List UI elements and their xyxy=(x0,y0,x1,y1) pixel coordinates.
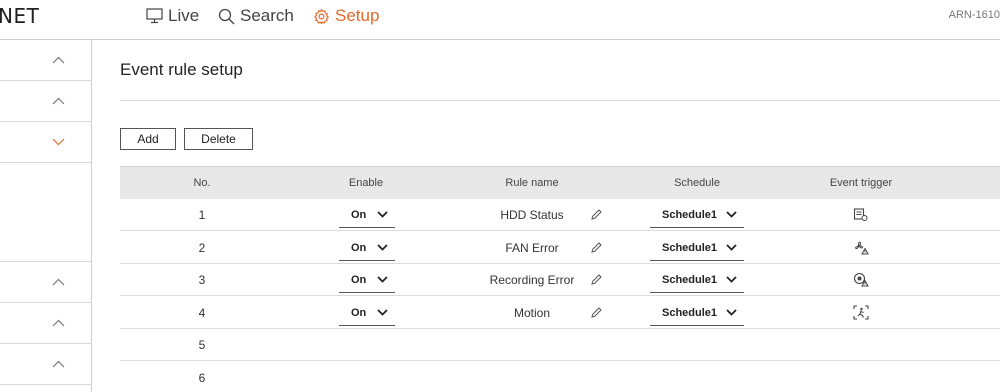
enable-select[interactable]: On xyxy=(339,267,395,293)
table-row[interactable]: 2 On FAN Error Schedule1 xyxy=(120,232,1000,264)
header-event-trigger: Event trigger xyxy=(829,177,893,189)
top-header: NET Live Search Setup ARN-1610 xyxy=(0,0,1000,40)
sidebar-submenu-area xyxy=(0,163,91,262)
sidebar xyxy=(0,40,92,392)
chevron-down-icon xyxy=(726,276,737,283)
nav-live[interactable]: Live xyxy=(146,0,199,32)
table-row[interactable]: 6 xyxy=(120,362,1000,392)
search-icon xyxy=(218,8,235,24)
table-row[interactable]: 3 On Recording Error Schedule1 xyxy=(120,264,1000,296)
enable-value: On xyxy=(351,307,367,319)
schedule-select[interactable]: Schedule1 xyxy=(650,267,744,293)
header-enable: Enable xyxy=(348,177,384,189)
enable-select[interactable]: On xyxy=(339,202,395,228)
enable-value: On xyxy=(351,274,367,286)
schedule-select[interactable]: Schedule1 xyxy=(650,202,744,228)
divider xyxy=(120,100,1000,101)
motion-icon[interactable] xyxy=(853,305,869,320)
row-number: 3 xyxy=(198,273,206,287)
row-number: 5 xyxy=(198,338,206,352)
page-title: Event rule setup xyxy=(120,60,243,79)
enable-value: On xyxy=(351,242,367,254)
pencil-icon[interactable] xyxy=(590,306,603,319)
add-button[interactable]: Add xyxy=(120,128,176,150)
fan-error-icon[interactable] xyxy=(853,240,869,255)
enable-select[interactable]: On xyxy=(339,235,395,261)
sidebar-menu-6[interactable] xyxy=(0,344,91,385)
table-row[interactable]: 5 xyxy=(120,329,1000,361)
nav-setup-label: Setup xyxy=(335,6,380,25)
chevron-up-icon xyxy=(52,278,65,286)
nav-live-label: Live xyxy=(168,6,200,25)
rule-name: Recording Error xyxy=(489,273,575,287)
model-name: ARN-1610 xyxy=(948,9,1000,21)
hdd-status-icon[interactable] xyxy=(853,207,868,222)
enable-value: On xyxy=(351,209,367,221)
pencil-icon[interactable] xyxy=(590,241,603,254)
schedule-select[interactable]: Schedule1 xyxy=(650,300,744,326)
chevron-up-icon xyxy=(52,319,65,327)
sidebar-menu-2[interactable] xyxy=(0,81,91,122)
chevron-up-icon xyxy=(52,56,65,64)
schedule-value: Schedule1 xyxy=(662,274,718,286)
row-number: 2 xyxy=(198,241,206,255)
gear-icon xyxy=(314,8,329,24)
pencil-icon[interactable] xyxy=(590,208,603,221)
header-schedule: Schedule xyxy=(674,177,720,189)
rule-name: FAN Error xyxy=(505,241,559,255)
row-number: 6 xyxy=(198,371,206,385)
monitor-icon xyxy=(146,8,163,24)
sidebar-menu-1[interactable] xyxy=(0,40,91,81)
chevron-down-icon xyxy=(726,211,737,218)
header-rule-name: Rule name xyxy=(505,177,559,189)
recording-error-icon[interactable] xyxy=(853,272,869,287)
table-header: No. Enable Rule name Schedule Event trig… xyxy=(120,166,1000,199)
schedule-select[interactable]: Schedule1 xyxy=(650,235,744,261)
nav-search[interactable]: Search xyxy=(218,0,294,32)
chevron-down-icon xyxy=(377,309,388,316)
brand-logo: NET xyxy=(0,4,40,28)
delete-button[interactable]: Delete xyxy=(184,128,253,150)
row-number: 4 xyxy=(198,306,206,320)
chevron-down-icon xyxy=(726,309,737,316)
sidebar-menu-5[interactable] xyxy=(0,303,91,344)
nav-setup[interactable]: Setup xyxy=(313,0,379,32)
enable-select[interactable]: On xyxy=(339,300,395,326)
sidebar-menu-event[interactable] xyxy=(0,122,91,163)
chevron-down-icon xyxy=(377,276,388,283)
pencil-icon[interactable] xyxy=(590,273,603,286)
rule-name: HDD Status xyxy=(500,208,564,222)
row-number: 1 xyxy=(198,208,206,222)
chevron-down-icon xyxy=(377,244,388,251)
schedule-value: Schedule1 xyxy=(662,307,718,319)
nav-search-label: Search xyxy=(240,6,294,25)
schedule-value: Schedule1 xyxy=(662,242,718,254)
chevron-down-icon xyxy=(726,244,737,251)
chevron-up-icon xyxy=(52,97,65,105)
chevron-down-icon xyxy=(52,138,65,146)
rule-name: Motion xyxy=(513,306,551,320)
schedule-value: Schedule1 xyxy=(662,209,718,221)
chevron-down-icon xyxy=(377,211,388,218)
table-row[interactable]: 4 On Motion Schedule1 xyxy=(120,297,1000,329)
header-no: No. xyxy=(193,177,211,189)
table-row[interactable]: 1 On HDD Status Schedule1 xyxy=(120,199,1000,231)
sidebar-menu-4[interactable] xyxy=(0,262,91,303)
chevron-up-icon xyxy=(52,360,65,368)
